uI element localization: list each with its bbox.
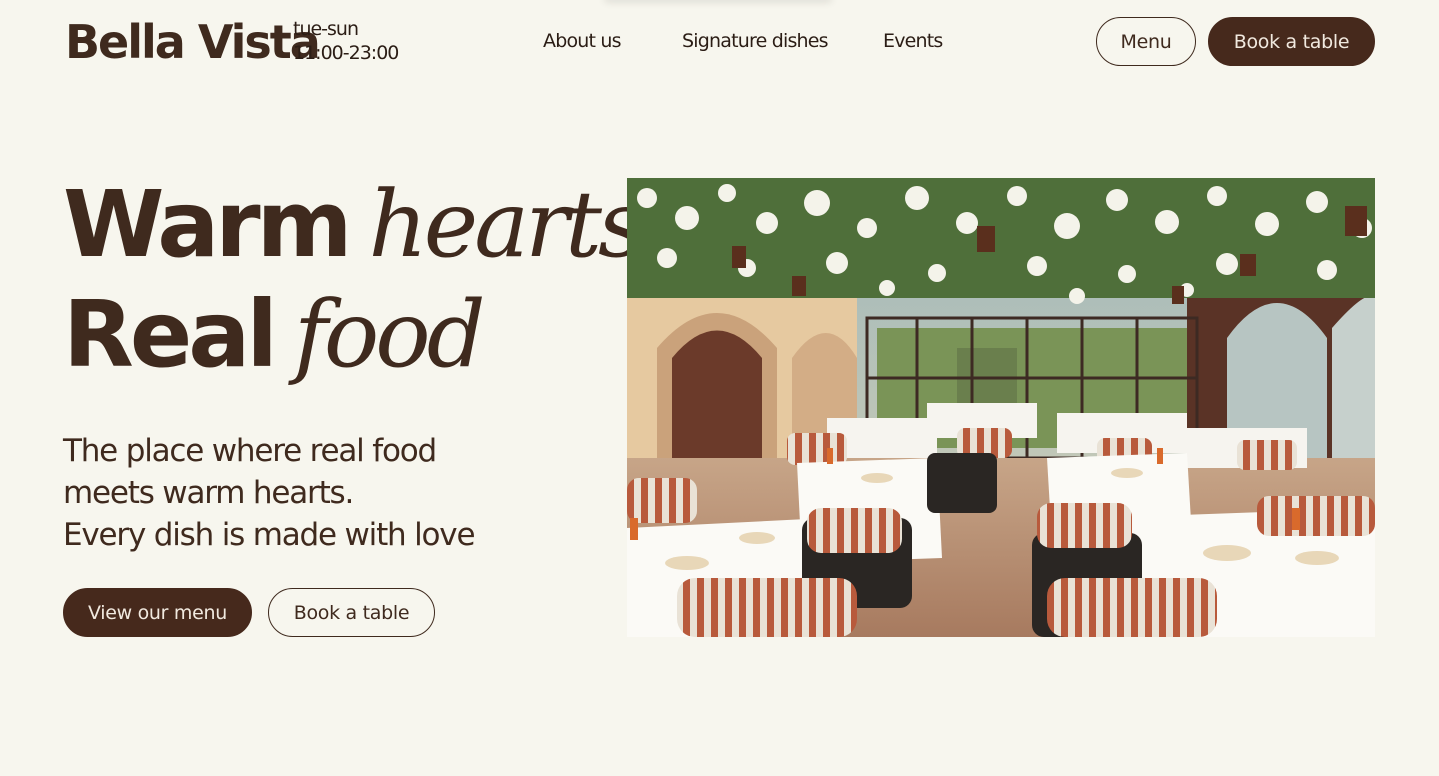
opening-days: tue-sun	[293, 18, 359, 40]
headline-word-food: food	[293, 281, 486, 388]
nav-link-events[interactable]: Events	[883, 28, 943, 54]
opening-hours: tue-sun 11:00-23:00	[293, 17, 399, 65]
headline-word-warm: Warm	[63, 171, 353, 278]
nav-link-about-us[interactable]: About us	[543, 28, 622, 54]
view-menu-button[interactable]: View our menu	[63, 588, 252, 637]
restaurant-terrace-photo	[627, 178, 1375, 637]
headline-word-hearts: hearts,	[368, 171, 671, 278]
nav-link-signature-dishes[interactable]: Signature dishes	[682, 28, 829, 54]
hero-description-line: Every dish is made with love	[63, 517, 476, 553]
header-book-table-button[interactable]: Book a table	[1208, 17, 1375, 66]
hero-description: The place where real food meets warm hea…	[63, 430, 533, 556]
headline-line-2: Real food	[63, 280, 666, 390]
headline-word-real: Real	[63, 281, 278, 388]
menu-button[interactable]: Menu	[1096, 17, 1196, 66]
hero-headline: Warm hearts, Real food	[63, 170, 671, 390]
hero-book-table-button[interactable]: Book a table	[268, 588, 435, 637]
opening-time: 11:00-23:00	[293, 42, 399, 64]
hero-description-line: meets warm hearts.	[63, 475, 354, 511]
headline-line-1: Warm hearts,	[63, 170, 671, 280]
hero-description-line: The place where real food	[63, 433, 437, 469]
brand-logo[interactable]: Bella Vista	[65, 14, 321, 70]
